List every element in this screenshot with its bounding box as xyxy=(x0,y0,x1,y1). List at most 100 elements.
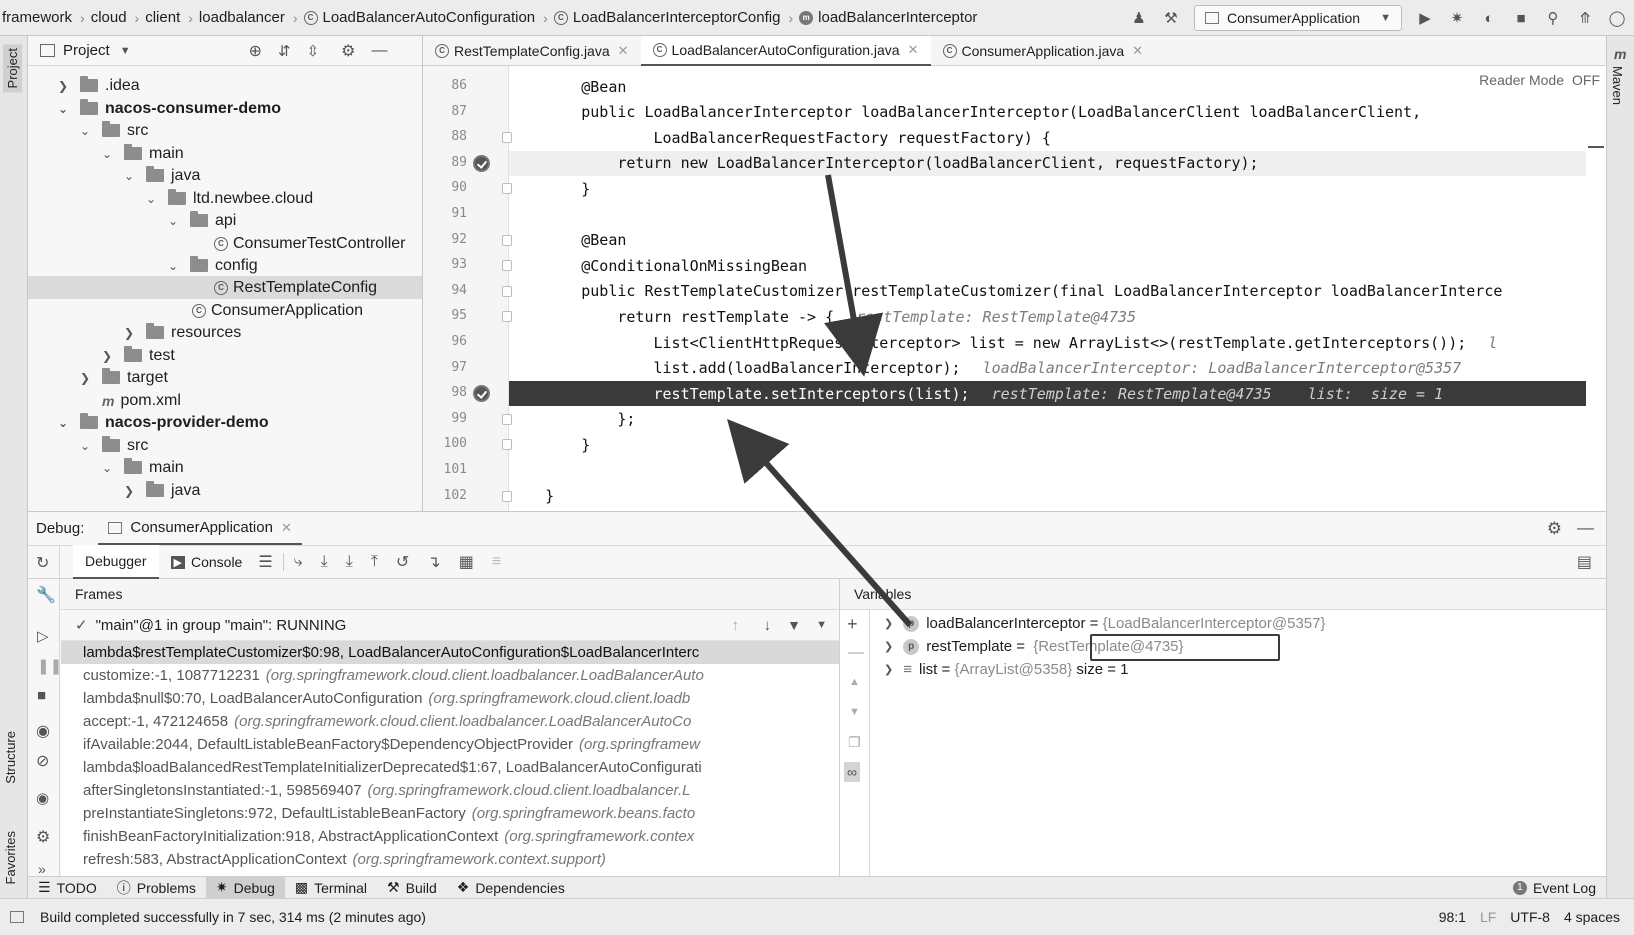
tree-item-pom[interactable]: m pom.xml xyxy=(102,389,181,412)
code-line[interactable]: @Bean xyxy=(509,228,1586,253)
maven-tool-tab[interactable]: Maven xyxy=(1610,66,1625,105)
project-panel-title[interactable]: Project xyxy=(63,42,110,59)
tree-item-rest-template-config[interactable]: C RestTemplateConfig xyxy=(28,276,422,299)
caret-position[interactable]: 98:1 xyxy=(1439,909,1466,925)
view-breakpoints-icon[interactable]: ◉ xyxy=(36,721,50,741)
tree-item-target[interactable]: ❯ target xyxy=(80,366,168,389)
line-number[interactable]: 99 xyxy=(437,411,467,426)
tab-consumer-application[interactable]: C ConsumerApplication.java ✕ xyxy=(931,36,1156,66)
close-icon[interactable]: ✕ xyxy=(1132,43,1143,59)
breadcrumb-framework[interactable]: framework xyxy=(0,9,76,26)
terminal-tool-button[interactable]: ▩ Terminal xyxy=(285,877,377,899)
rerun-icon[interactable]: ↻ xyxy=(36,553,49,573)
tab-rest-template-config[interactable]: C RestTemplateConfig.java ✕ xyxy=(423,36,641,66)
stop-icon[interactable]: ■ xyxy=(37,687,46,704)
code-with-me-icon[interactable]: ◯ xyxy=(1608,9,1626,27)
gear-icon[interactable]: ⚙ xyxy=(36,827,50,847)
chevron-down-icon[interactable]: ▼ xyxy=(120,45,131,57)
close-icon[interactable]: ✕ xyxy=(908,42,919,58)
evaluate-expression-icon[interactable]: ▦ xyxy=(459,552,474,572)
breakpoint-icon[interactable] xyxy=(473,154,490,172)
step-over-icon[interactable]: ⤷ xyxy=(294,553,303,571)
close-icon[interactable]: ✕ xyxy=(618,43,629,59)
stack-frame[interactable]: lambda$null$0:70, LoadBalancerAutoConfig… xyxy=(61,687,839,710)
line-number[interactable]: 102 xyxy=(437,488,467,503)
tree-item-provider-src[interactable]: ⌄ src xyxy=(80,434,148,457)
debug-session-tab[interactable]: ConsumerApplication ✕ xyxy=(98,512,302,545)
tree-item-resources[interactable]: ❯ resources xyxy=(124,321,241,344)
tab-debugger[interactable]: Debugger xyxy=(73,545,159,579)
project-tool-tab[interactable]: Project xyxy=(3,44,22,93)
stack-frame[interactable]: accept:-1, 472124658 (org.springframework… xyxy=(61,710,839,733)
code-line[interactable]: return new LoadBalancerInterceptor(loadB… xyxy=(509,150,1586,176)
debug-tool-button[interactable]: ✷ Debug xyxy=(205,876,285,899)
stack-frame[interactable]: afterSingletonsInstantiated:-1, 59856940… xyxy=(61,779,839,802)
arrow-down-icon[interactable]: ↓ xyxy=(764,617,772,634)
dependencies-tool-button[interactable]: ❖ Dependencies xyxy=(447,877,575,899)
breadcrumb-client[interactable]: client xyxy=(143,9,184,26)
code-line[interactable]: return restTemplate -> {restTemplate: Re… xyxy=(509,304,1586,329)
stack-frame[interactable]: lambda$loadBalancedRestTemplateInitializ… xyxy=(61,756,839,779)
execution-line[interactable]: restTemplate.setInterceptors(list); restT… xyxy=(509,381,1586,407)
code-line[interactable]: @Bean xyxy=(509,74,1586,99)
stack-frame[interactable]: lambda$restTemplateCustomizer$0:98, Load… xyxy=(61,641,839,664)
tree-item-nacos-provider-demo[interactable]: ⌄ nacos-provider-demo xyxy=(58,411,269,434)
line-number[interactable]: 98 xyxy=(437,385,467,400)
chevron-down-icon[interactable]: ▼ xyxy=(816,619,827,631)
line-number[interactable]: 87 xyxy=(437,104,467,119)
line-number[interactable]: 94 xyxy=(437,283,467,298)
hide-icon[interactable]: — xyxy=(1577,518,1594,538)
line-number[interactable]: 100 xyxy=(437,436,467,451)
thread-selector[interactable]: ✓ "main"@1 in group "main": RUNNING ↑ ↓ … xyxy=(61,610,839,641)
variable-row-load-balancer-interceptor[interactable]: ❯ p loadBalancerInterceptor = {LoadBalan… xyxy=(884,612,1325,635)
arrow-up-icon[interactable]: ↑ xyxy=(732,617,740,634)
breadcrumb-loadbalancer[interactable]: loadbalancer xyxy=(197,9,289,26)
scrollbar-marker[interactable] xyxy=(1588,146,1604,148)
gear-icon[interactable]: ⚙ xyxy=(1547,519,1562,539)
restore-layout-icon[interactable]: ▤ xyxy=(1577,552,1592,572)
step-into-icon[interactable]: ⤓ xyxy=(321,553,328,571)
tree-item-idea[interactable]: ❯ .idea xyxy=(58,74,140,97)
code-line[interactable]: LoadBalancerRequestFactory requestFactor… xyxy=(509,125,1586,150)
code-line[interactable]: @ConditionalOnMissingBean xyxy=(509,253,1586,278)
code-line[interactable]: } xyxy=(509,484,1586,509)
indent-setting[interactable]: 4 spaces xyxy=(1564,909,1620,925)
run-icon[interactable]: ▶ xyxy=(1416,9,1434,27)
line-number[interactable]: 92 xyxy=(437,232,467,247)
line-number[interactable]: 97 xyxy=(437,360,467,375)
tree-item-package[interactable]: ⌄ ltd.newbee.cloud xyxy=(146,187,313,210)
line-number[interactable]: 89 xyxy=(437,155,467,170)
run-configuration-select[interactable]: ConsumerApplication ▼ xyxy=(1194,5,1402,31)
debug-icon[interactable]: ✷ xyxy=(1448,9,1466,27)
step-out-icon[interactable]: ⤒ xyxy=(371,553,378,571)
locate-icon[interactable]: ⊕ xyxy=(249,41,262,61)
line-separator[interactable]: LF xyxy=(1480,909,1496,925)
hide-icon[interactable]: — xyxy=(371,42,387,60)
breakpoint-icon[interactable] xyxy=(473,385,490,403)
line-number[interactable]: 86 xyxy=(437,78,467,93)
tree-item-consumer-test-controller[interactable]: C ConsumerTestController xyxy=(214,232,406,255)
code-line[interactable]: public RestTemplateCustomizer restTempla… xyxy=(509,279,1586,304)
hammer-icon[interactable]: ⚒ xyxy=(1162,9,1180,27)
close-icon[interactable]: ✕ xyxy=(281,520,292,536)
tree-item-provider-main[interactable]: ⌄ main xyxy=(102,456,184,479)
breadcrumb-interceptor-config[interactable]: C LoadBalancerInterceptorConfig xyxy=(552,9,785,26)
tree-item-consumer-application[interactable]: C ConsumerApplication xyxy=(192,299,363,322)
stack-frame[interactable]: customize:-1, 1087712231 (org.springframe… xyxy=(61,664,839,687)
tree-item-nacos-consumer-demo[interactable]: ⌄ nacos-consumer-demo xyxy=(58,97,281,120)
breadcrumb-cloud[interactable]: cloud xyxy=(89,9,131,26)
stack-frame[interactable]: refresh:583, AbstractApplicationContext (… xyxy=(61,848,839,871)
favorites-tool-tab[interactable]: Favorites xyxy=(3,831,18,884)
line-number[interactable]: 93 xyxy=(437,257,467,272)
update-icon[interactable]: ⤊ xyxy=(1576,9,1594,27)
build-tool-button[interactable]: ⚒ Build xyxy=(377,877,447,899)
line-number[interactable]: 90 xyxy=(437,180,467,195)
event-log-tool-button[interactable]: 1 Event Log xyxy=(1503,877,1606,899)
tree-item-java[interactable]: ⌄ java xyxy=(124,164,200,187)
collapse-all-icon[interactable]: ⇳ xyxy=(307,42,320,60)
filter-icon[interactable]: ▼ xyxy=(787,617,801,633)
tree-item-config[interactable]: ⌄ config xyxy=(168,254,258,277)
tree-item-src[interactable]: ⌄ src xyxy=(80,119,148,142)
stack-frame[interactable]: preInstantiateSingletons:972, DefaultLis… xyxy=(61,802,839,825)
panel-toggle-icon[interactable] xyxy=(10,911,24,923)
